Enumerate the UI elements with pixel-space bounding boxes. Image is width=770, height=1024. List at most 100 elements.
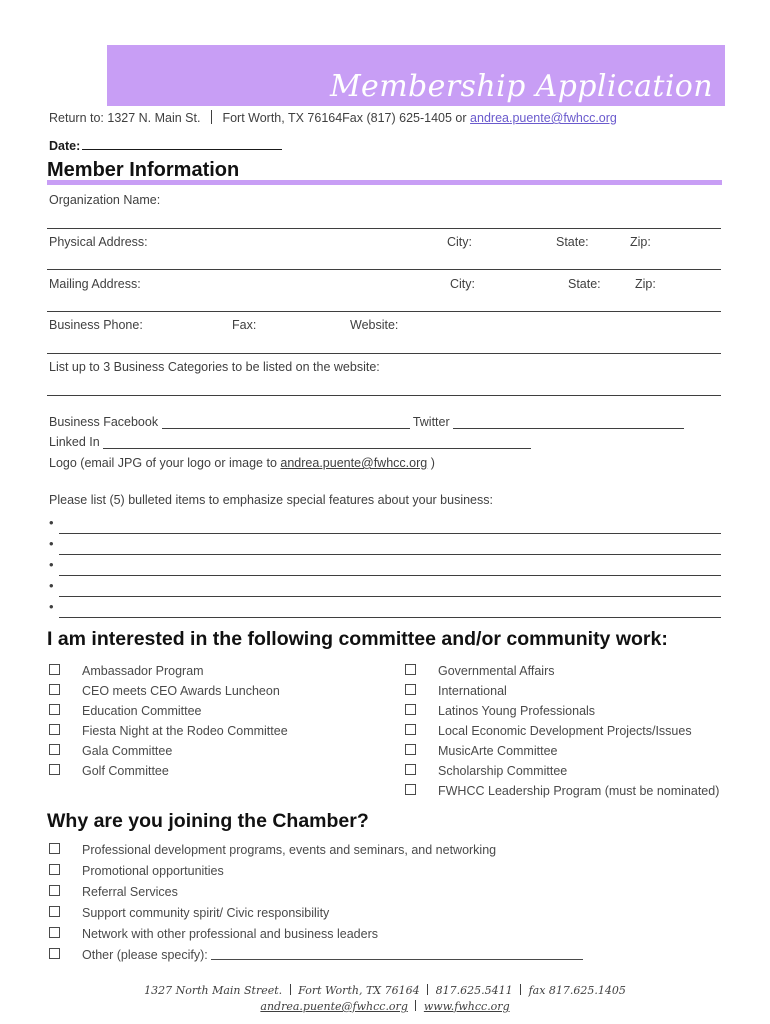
checkbox-item-latinos-young-professionals[interactable]: Latinos Young Professionals — [405, 703, 595, 719]
checkbox-item-other[interactable]: Other (please specify): — [49, 947, 583, 963]
bullet-marker: • — [49, 536, 54, 551]
physical-address-rule[interactable] — [47, 269, 721, 270]
checkbox-label: Golf Committee — [82, 764, 169, 778]
mailing-city-label: City: — [450, 277, 475, 291]
other-specify-input-rule[interactable] — [210, 948, 583, 960]
social-facebook-twitter-row: Business Facebook Twitter — [49, 414, 685, 431]
organization-name-rule[interactable] — [47, 228, 721, 229]
checkbox-label: Support community spirit/ Civic responsi… — [82, 906, 330, 920]
checkbox-icon[interactable] — [405, 764, 416, 775]
bullet-marker: • — [49, 557, 54, 572]
checkbox-icon[interactable] — [49, 664, 60, 675]
why-joining-heading: Why are you joining the Chamber? — [47, 810, 369, 832]
mailing-state-label: State: — [568, 277, 601, 291]
checkbox-icon[interactable] — [405, 784, 416, 795]
bullet-row: • — [49, 534, 721, 555]
bullet-input-rule[interactable] — [59, 617, 721, 618]
website-label: Website: — [350, 318, 399, 332]
checkbox-icon[interactable] — [49, 843, 60, 854]
checkbox-icon[interactable] — [49, 927, 60, 938]
checkbox-label: Fiesta Night at the Rodeo Committee — [82, 724, 288, 738]
twitter-input-rule[interactable] — [453, 416, 685, 429]
checkbox-label: Ambassador Program — [82, 664, 204, 678]
checkbox-icon[interactable] — [49, 948, 60, 959]
checkbox-icon[interactable] — [49, 764, 60, 775]
logo-email-link[interactable]: andrea.puente@fwhcc.org — [280, 456, 427, 470]
checkbox-icon[interactable] — [49, 684, 60, 695]
checkbox-item-golf-committee[interactable]: Golf Committee — [49, 763, 169, 779]
checkbox-label: Professional development programs, event… — [82, 843, 497, 857]
checkbox-icon[interactable] — [405, 704, 416, 715]
checkbox-label: International — [438, 684, 507, 698]
checkbox-label: Promotional opportunities — [82, 864, 224, 878]
date-input-rule[interactable] — [82, 138, 283, 150]
checkbox-item-network-with-leaders[interactable]: Network with other professional and busi… — [49, 926, 378, 942]
checkbox-item-promotional-opportunities[interactable]: Promotional opportunities — [49, 863, 224, 879]
checkbox-item-musicarte-committee[interactable]: MusicArte Committee — [405, 743, 557, 759]
checkbox-item-referral-services[interactable]: Referral Services — [49, 884, 178, 900]
business-phone-label: Business Phone: — [49, 318, 143, 332]
checkbox-item-education-committee[interactable]: Education Committee — [49, 703, 202, 719]
checkbox-icon[interactable] — [49, 885, 60, 896]
checkbox-label: Education Committee — [82, 704, 202, 718]
physical-state-label: State: — [556, 235, 589, 249]
return-to-address: Return to: 1327 N. Main St. — [49, 111, 201, 125]
checkbox-item-scholarship-committee[interactable]: Scholarship Committee — [405, 763, 567, 779]
checkbox-label: FWHCC Leadership Program (must be nomina… — [438, 784, 720, 798]
checkbox-item-local-economic-development[interactable]: Local Economic Development Projects/Issu… — [405, 723, 692, 739]
business-categories-rule[interactable] — [47, 395, 721, 396]
checkbox-label: Scholarship Committee — [438, 764, 568, 778]
physical-city-label: City: — [447, 235, 472, 249]
return-to-line: Return to: 1327 N. Main St. Fort Worth, … — [49, 110, 617, 126]
footer-divider — [415, 1000, 417, 1011]
checkbox-item-professional-development[interactable]: Professional development programs, event… — [49, 842, 496, 858]
bullet-row: • — [49, 555, 721, 576]
checkbox-icon[interactable] — [49, 704, 60, 715]
checkbox-label: Other (please specify): — [82, 948, 208, 962]
checkbox-icon[interactable] — [405, 684, 416, 695]
footer-contact-line: andrea.puente@fwhcc.org www.fwhcc.org — [0, 999, 770, 1015]
bullet-row: • — [49, 597, 721, 618]
checkbox-icon[interactable] — [49, 906, 60, 917]
checkbox-item-gala-committee[interactable]: Gala Committee — [49, 743, 172, 759]
logo-instruction-suffix: ) — [430, 456, 435, 470]
checkbox-item-ceo-meets-ceo[interactable]: CEO meets CEO Awards Luncheon — [49, 683, 280, 699]
page-title: Membership Application — [329, 69, 713, 104]
mailing-address-rule[interactable] — [47, 311, 721, 312]
date-label: Date: — [49, 139, 81, 153]
bullet-row: • — [49, 576, 721, 597]
committee-section-heading: I am interested in the following committ… — [47, 628, 668, 650]
organization-name-label: Organization Name: — [49, 193, 161, 207]
checkbox-icon[interactable] — [405, 664, 416, 675]
footer-street: 1327 North Main Street. — [144, 984, 283, 997]
footer-website-link[interactable]: www.fwhcc.org — [424, 1000, 510, 1013]
business-categories-label: List up to 3 Business Categories to be l… — [49, 360, 380, 374]
checkbox-item-fwhcc-leadership-program[interactable]: FWHCC Leadership Program (must be nomina… — [405, 783, 719, 799]
checkbox-item-governmental-affairs[interactable]: Governmental Affairs — [405, 663, 555, 679]
linkedin-input-rule[interactable] — [103, 436, 532, 449]
checkbox-icon[interactable] — [405, 724, 416, 735]
business-phone-rule[interactable] — [47, 353, 721, 354]
mailing-zip-label: Zip: — [635, 277, 656, 291]
facebook-input-rule[interactable] — [161, 416, 410, 429]
date-field: Date: — [49, 138, 283, 154]
checkbox-icon[interactable] — [49, 724, 60, 735]
document-page: Membership Application Return to: 1327 N… — [0, 0, 770, 1024]
checkbox-item-ambassador-program[interactable]: Ambassador Program — [49, 663, 204, 679]
checkbox-icon[interactable] — [49, 864, 60, 875]
checkbox-icon[interactable] — [405, 744, 416, 755]
bullet-marker: • — [49, 599, 54, 614]
logo-row: Logo (email JPG of your logo or image to… — [49, 455, 435, 472]
return-to-email-link[interactable]: andrea.puente@fwhcc.org — [470, 111, 617, 125]
checkbox-label: Governmental Affairs — [438, 664, 555, 678]
mailing-address-label: Mailing Address: — [49, 277, 141, 291]
checkbox-icon[interactable] — [49, 744, 60, 755]
checkbox-item-fiesta-night[interactable]: Fiesta Night at the Rodeo Committee — [49, 723, 288, 739]
checkbox-item-international[interactable]: International — [405, 683, 507, 699]
checkbox-item-support-community-spirit[interactable]: Support community spirit/ Civic responsi… — [49, 905, 329, 921]
member-information-heading: Member Information — [47, 159, 240, 181]
footer-fax: fax 817.625.1405 — [528, 984, 626, 997]
footer-email-link[interactable]: andrea.puente@fwhcc.org — [260, 1000, 407, 1013]
bulleted-items-instruction: Please list (5) bulleted items to emphas… — [49, 493, 493, 507]
footer-address-line: 1327 North Main Street. Fort Worth, TX 7… — [0, 983, 770, 999]
